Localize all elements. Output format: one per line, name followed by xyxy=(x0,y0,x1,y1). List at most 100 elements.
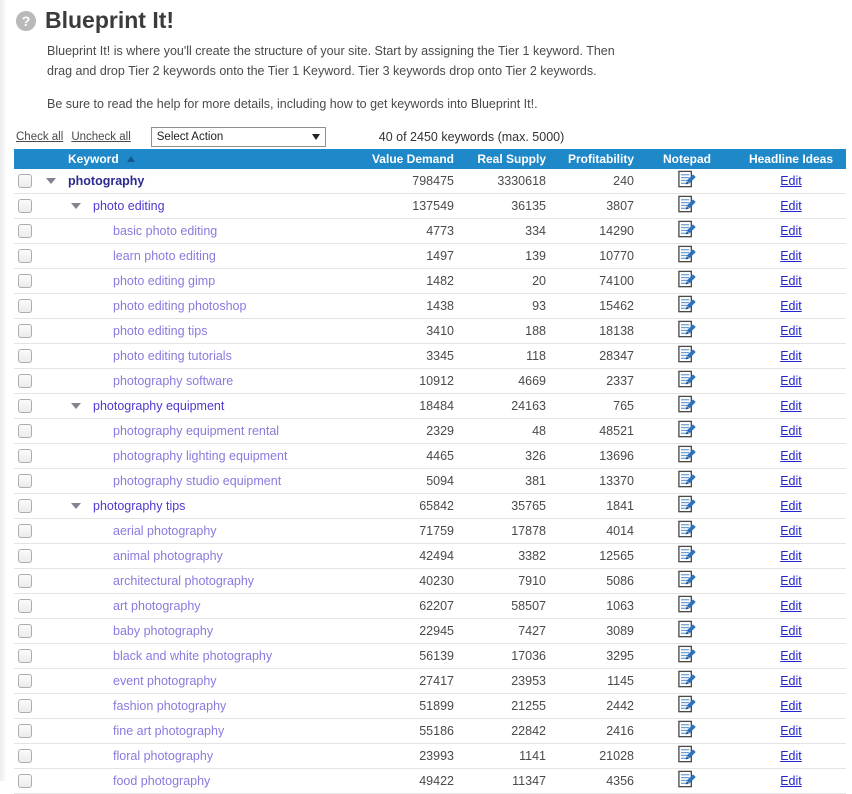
action-select-dropdown[interactable]: Select Action xyxy=(151,127,326,147)
keyword-link[interactable]: photo editing tips xyxy=(113,324,208,338)
keyword-link[interactable]: event photography xyxy=(113,674,217,688)
edit-link[interactable]: Edit xyxy=(780,549,802,563)
row-checkbox[interactable] xyxy=(18,349,32,363)
keyword-link[interactable]: food photography xyxy=(113,774,210,788)
row-checkbox[interactable] xyxy=(18,624,32,638)
edit-link[interactable]: Edit xyxy=(780,774,802,788)
uncheck-all-link[interactable]: Uncheck all xyxy=(71,131,130,143)
keyword-link[interactable]: animal photography xyxy=(113,549,223,563)
notepad-icon[interactable] xyxy=(677,269,698,290)
row-checkbox[interactable] xyxy=(18,724,32,738)
edit-link[interactable]: Edit xyxy=(780,249,802,263)
row-checkbox[interactable] xyxy=(18,374,32,388)
edit-link[interactable]: Edit xyxy=(780,274,802,288)
edit-link[interactable]: Edit xyxy=(780,449,802,463)
edit-link[interactable]: Edit xyxy=(780,174,802,188)
keyword-link[interactable]: baby photography xyxy=(113,624,213,638)
notepad-icon[interactable] xyxy=(677,394,698,415)
notepad-icon[interactable] xyxy=(677,444,698,465)
edit-link[interactable]: Edit xyxy=(780,649,802,663)
column-header-keyword[interactable]: Keyword xyxy=(44,149,368,169)
row-checkbox[interactable] xyxy=(18,249,32,263)
keyword-link[interactable]: art photography xyxy=(113,599,201,613)
notepad-icon[interactable] xyxy=(677,419,698,440)
notepad-icon[interactable] xyxy=(677,369,698,390)
edit-link[interactable]: Edit xyxy=(780,324,802,338)
keyword-link[interactable]: photo editing xyxy=(93,199,165,213)
row-checkbox[interactable] xyxy=(18,699,32,713)
notepad-icon[interactable] xyxy=(677,169,698,190)
notepad-icon[interactable] xyxy=(677,544,698,565)
keyword-link[interactable]: aerial photography xyxy=(113,524,217,538)
keyword-link[interactable]: floral photography xyxy=(113,749,213,763)
check-all-link[interactable]: Check all xyxy=(16,131,63,143)
edit-link[interactable]: Edit xyxy=(780,499,802,513)
keyword-link[interactable]: architectural photography xyxy=(113,574,254,588)
notepad-icon[interactable] xyxy=(677,569,698,590)
row-checkbox[interactable] xyxy=(18,274,32,288)
edit-link[interactable]: Edit xyxy=(780,749,802,763)
row-checkbox[interactable] xyxy=(18,424,32,438)
edit-link[interactable]: Edit xyxy=(780,199,802,213)
column-header-value-demand[interactable]: Value Demand xyxy=(368,149,458,169)
keyword-link[interactable]: photography equipment xyxy=(93,399,224,413)
expand-arrow-icon[interactable] xyxy=(71,203,81,209)
keyword-link[interactable]: photography lighting equipment xyxy=(113,449,287,463)
edit-link[interactable]: Edit xyxy=(780,724,802,738)
expand-arrow-icon[interactable] xyxy=(71,403,81,409)
notepad-icon[interactable] xyxy=(677,619,698,640)
keyword-link[interactable]: fine art photography xyxy=(113,724,224,738)
row-checkbox[interactable] xyxy=(18,224,32,238)
row-checkbox[interactable] xyxy=(18,499,32,513)
row-checkbox[interactable] xyxy=(18,399,32,413)
notepad-icon[interactable] xyxy=(677,244,698,265)
keyword-link[interactable]: basic photo editing xyxy=(113,224,217,238)
row-checkbox[interactable] xyxy=(18,574,32,588)
edit-link[interactable]: Edit xyxy=(780,374,802,388)
keyword-link[interactable]: photography equipment rental xyxy=(113,424,279,438)
notepad-icon[interactable] xyxy=(677,744,698,765)
keyword-link[interactable]: photography xyxy=(68,174,144,188)
edit-link[interactable]: Edit xyxy=(780,299,802,313)
keyword-link[interactable]: photography software xyxy=(113,374,233,388)
row-checkbox[interactable] xyxy=(18,449,32,463)
row-checkbox[interactable] xyxy=(18,524,32,538)
row-checkbox[interactable] xyxy=(18,474,32,488)
notepad-icon[interactable] xyxy=(677,769,698,790)
notepad-icon[interactable] xyxy=(677,219,698,240)
edit-link[interactable]: Edit xyxy=(780,424,802,438)
row-checkbox[interactable] xyxy=(18,324,32,338)
edit-link[interactable]: Edit xyxy=(780,399,802,413)
notepad-icon[interactable] xyxy=(677,519,698,540)
column-header-real-supply[interactable]: Real Supply xyxy=(458,149,550,169)
notepad-icon[interactable] xyxy=(677,644,698,665)
expand-arrow-icon[interactable] xyxy=(46,178,56,184)
keyword-link[interactable]: photography tips xyxy=(93,499,185,513)
row-checkbox[interactable] xyxy=(18,174,32,188)
row-checkbox[interactable] xyxy=(18,774,32,788)
row-checkbox[interactable] xyxy=(18,599,32,613)
keyword-link[interactable]: black and white photography xyxy=(113,649,272,663)
notepad-icon[interactable] xyxy=(677,194,698,215)
row-checkbox[interactable] xyxy=(18,649,32,663)
row-checkbox[interactable] xyxy=(18,199,32,213)
notepad-icon[interactable] xyxy=(677,494,698,515)
edit-link[interactable]: Edit xyxy=(780,624,802,638)
notepad-icon[interactable] xyxy=(677,694,698,715)
keyword-link[interactable]: learn photo editing xyxy=(113,249,216,263)
notepad-icon[interactable] xyxy=(677,719,698,740)
notepad-icon[interactable] xyxy=(677,594,698,615)
edit-link[interactable]: Edit xyxy=(780,699,802,713)
keyword-link[interactable]: photography studio equipment xyxy=(113,474,281,488)
edit-link[interactable]: Edit xyxy=(780,349,802,363)
notepad-icon[interactable] xyxy=(677,294,698,315)
notepad-icon[interactable] xyxy=(677,344,698,365)
keyword-link[interactable]: fashion photography xyxy=(113,699,226,713)
row-checkbox[interactable] xyxy=(18,674,32,688)
notepad-icon[interactable] xyxy=(677,669,698,690)
keyword-link[interactable]: photo editing gimp xyxy=(113,274,215,288)
keyword-link[interactable]: photo editing tutorials xyxy=(113,349,232,363)
edit-link[interactable]: Edit xyxy=(780,524,802,538)
keyword-link[interactable]: photo editing photoshop xyxy=(113,299,246,313)
edit-link[interactable]: Edit xyxy=(780,474,802,488)
